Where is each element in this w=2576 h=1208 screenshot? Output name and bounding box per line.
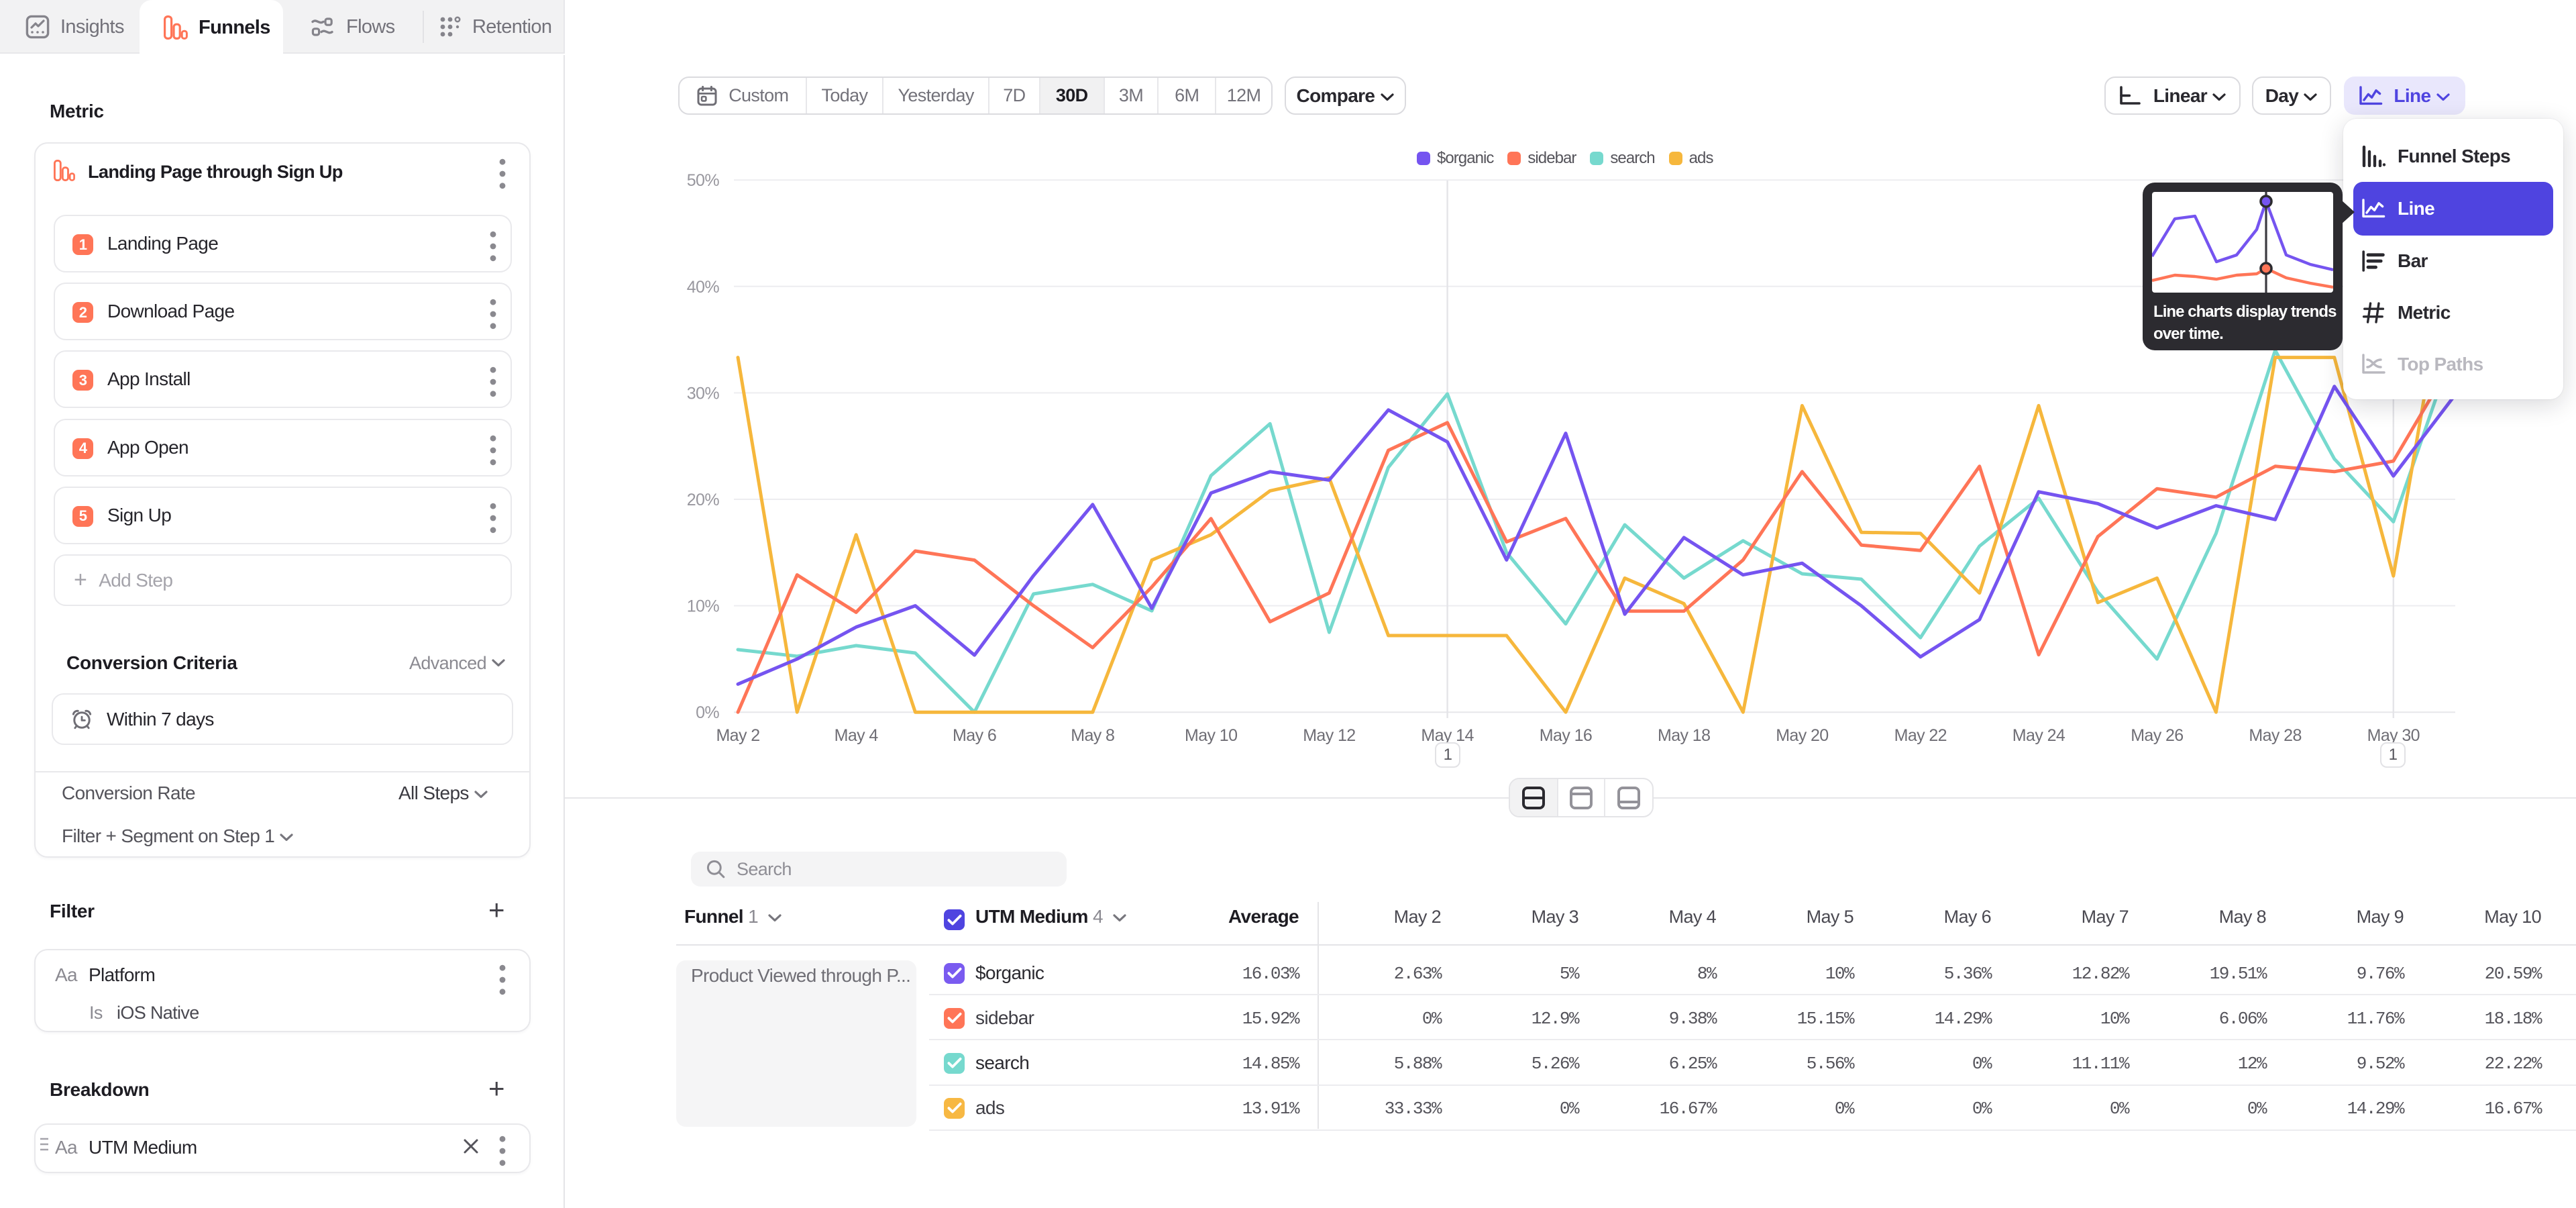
svg-text:May 22: May 22 [1894,726,1947,745]
svg-text:20%: 20% [687,491,720,509]
svg-text:May 16: May 16 [1540,726,1592,745]
svg-text:May 18: May 18 [1658,726,1710,745]
svg-text:0%: 0% [696,703,719,722]
svg-text:40%: 40% [687,278,720,297]
svg-text:May 6: May 6 [953,726,996,745]
svg-text:May 10: May 10 [1185,726,1237,745]
svg-text:50%: 50% [687,171,720,190]
svg-text:May 12: May 12 [1303,726,1355,745]
svg-text:May 20: May 20 [1776,726,1828,745]
svg-text:May 28: May 28 [2249,726,2301,745]
svg-text:10%: 10% [687,597,720,616]
svg-text:May 4: May 4 [835,726,879,745]
svg-text:May 24: May 24 [2012,726,2065,745]
svg-text:May 26: May 26 [2131,726,2183,745]
svg-text:30%: 30% [687,384,720,403]
svg-text:May 2: May 2 [716,726,759,745]
svg-text:May 8: May 8 [1071,726,1114,745]
